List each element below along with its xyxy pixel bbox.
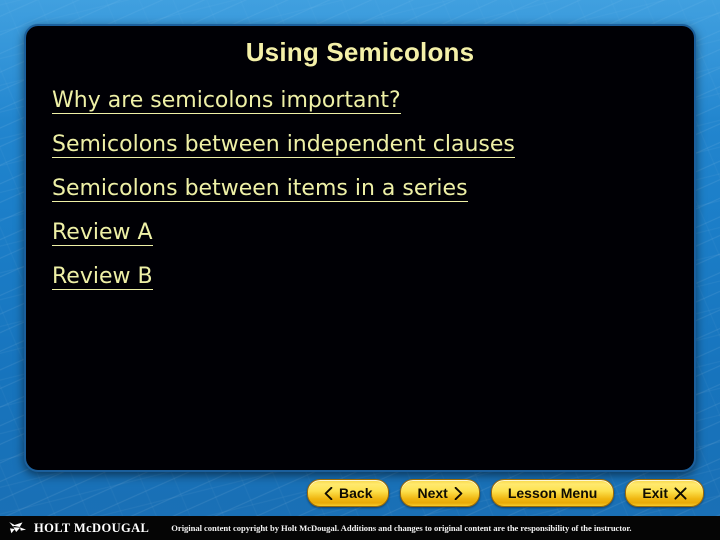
content-panel: Using Semicolons Why are semicolons impo… [24, 24, 696, 472]
lesson-menu-button[interactable]: Lesson Menu [490, 479, 615, 507]
back-button-label: Back [339, 485, 373, 501]
exit-button[interactable]: Exit [625, 479, 704, 507]
list-item: Semicolons between independent clauses [52, 134, 674, 158]
list-item: Review B [52, 266, 674, 290]
link-why-are-semicolons-important[interactable]: Why are semicolons important? [52, 90, 401, 114]
presentation-slide: Using Semicolons Why are semicolons impo… [0, 0, 720, 540]
link-semicolons-between-independent-clauses[interactable]: Semicolons between independent clauses [52, 134, 515, 158]
link-review-a[interactable]: Review A [52, 222, 153, 246]
exit-button-label: Exit [642, 485, 668, 501]
list-item: Review A [52, 222, 674, 246]
lesson-menu-button-label: Lesson Menu [507, 485, 598, 501]
list-item: Semicolons between items in a series [52, 178, 674, 202]
copyright-notice: Original content copyright by Holt McDou… [171, 523, 632, 533]
next-button[interactable]: Next [400, 479, 480, 507]
close-x-icon [674, 486, 687, 500]
slide-navigation-bar: Back Next Lesson Menu Exit [0, 478, 720, 508]
link-review-b[interactable]: Review B [52, 266, 153, 290]
slide-title: Using Semicolons [245, 37, 475, 67]
list-item: Why are semicolons important? [52, 90, 674, 114]
holt-mcdougal-bird-icon [7, 520, 28, 536]
chevron-right-icon [454, 486, 463, 500]
chevron-left-icon [324, 486, 333, 500]
next-button-label: Next [417, 485, 448, 501]
link-semicolons-between-items-in-a-series[interactable]: Semicolons between items in a series [52, 178, 468, 202]
footer-bar: HOLT McDOUGAL Original content copyright… [0, 516, 720, 540]
lesson-link-list: Why are semicolons important? Semicolons… [52, 90, 674, 290]
holt-mcdougal-logo: HOLT McDOUGAL [7, 520, 149, 536]
holt-mcdougal-logo-text: HOLT McDOUGAL [34, 520, 150, 535]
back-button[interactable]: Back [307, 479, 390, 507]
